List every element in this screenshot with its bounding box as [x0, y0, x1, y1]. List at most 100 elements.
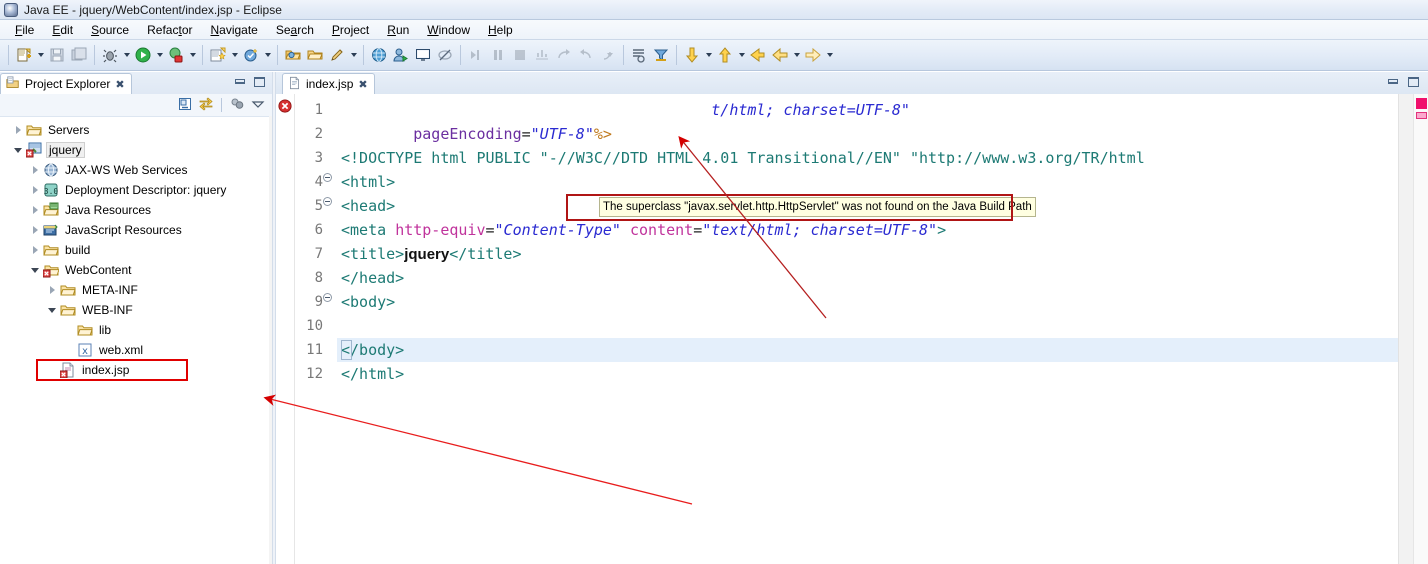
back-icon[interactable]: [769, 44, 791, 66]
view-menu-icon[interactable]: [250, 96, 266, 115]
search-references-icon[interactable]: [628, 44, 650, 66]
collapse-circle-icon[interactable]: [323, 293, 332, 302]
menu-search[interactable]: Search: [267, 22, 323, 38]
pause-icon[interactable]: [487, 44, 509, 66]
tree-item-web-xml[interactable]: x web.xml: [0, 340, 272, 360]
expand-arrow-icon[interactable]: [27, 222, 43, 238]
project-tree[interactable]: Servers jquery JAX-WS Web Services 3.0 Deplo…: [0, 117, 272, 564]
expand-arrow-icon[interactable]: [44, 282, 60, 298]
save-all-icon[interactable]: [68, 44, 90, 66]
forward-dropdown-arrow[interactable]: [824, 44, 835, 66]
step-return-icon[interactable]: [575, 44, 597, 66]
fold-toggle-icon[interactable]: [323, 190, 337, 214]
code-line[interactable]: <%@ page language="java" contentType="te…: [337, 98, 1398, 122]
debug-icon[interactable]: [99, 44, 121, 66]
tree-item-index-jsp[interactable]: index.jsp: [0, 360, 272, 380]
tree-item-web-inf[interactable]: WEB-INF: [0, 300, 272, 320]
menu-window[interactable]: Window: [418, 22, 479, 38]
menu-project[interactable]: Project: [323, 22, 378, 38]
explorer-scrollbar[interactable]: [269, 116, 272, 564]
run-dropdown-arrow[interactable]: [154, 44, 165, 66]
expand-arrow-icon[interactable]: [27, 262, 43, 278]
link-with-editor-icon[interactable]: [198, 96, 214, 115]
fold-toggle-icon[interactable]: [323, 286, 337, 310]
close-icon[interactable]: ✖: [358, 79, 367, 90]
previous-annotation-icon[interactable]: [714, 44, 736, 66]
back-dropdown-arrow[interactable]: [791, 44, 802, 66]
menu-source[interactable]: Source: [82, 22, 138, 38]
tab-index-jsp[interactable]: index.jsp ✖: [282, 73, 375, 94]
toggle-markers-icon[interactable]: [434, 44, 456, 66]
tree-item-build[interactable]: build: [0, 240, 272, 260]
overview-ruler[interactable]: [1412, 94, 1428, 564]
error-marker-icon[interactable]: [278, 99, 292, 113]
tree-item-webcontent[interactable]: WebContent: [0, 260, 272, 280]
code-line[interactable]: <html>: [337, 170, 1398, 194]
step-over-icon[interactable]: [553, 44, 575, 66]
tree-item-deployment-descriptor-jquery[interactable]: 3.0 Deployment Descriptor: jquery: [0, 180, 272, 200]
open-type-icon[interactable]: [282, 44, 304, 66]
annotation-ruler[interactable]: [276, 94, 295, 564]
code-line[interactable]: <!DOCTYPE html PUBLIC "-//W3C//DTD HTML …: [337, 146, 1398, 170]
expand-arrow-icon[interactable]: [44, 302, 60, 318]
code-line[interactable]: [337, 314, 1398, 338]
expand-arrow-icon[interactable]: [27, 182, 43, 198]
tab-project-explorer[interactable]: Project Explorer ✖: [0, 73, 132, 94]
step-into-icon[interactable]: [465, 44, 487, 66]
expand-arrow-icon[interactable]: [27, 242, 43, 258]
maximize-view-icon[interactable]: [253, 76, 266, 89]
menu-file[interactable]: File: [6, 22, 43, 38]
menu-run[interactable]: Run: [378, 22, 418, 38]
new-jsp-icon[interactable]: [207, 44, 229, 66]
folding-ruler[interactable]: [323, 94, 337, 564]
expand-arrow-icon[interactable]: [27, 202, 43, 218]
maximize-editor-icon[interactable]: [1407, 76, 1420, 89]
terminate-icon[interactable]: [509, 44, 531, 66]
console-icon[interactable]: [412, 44, 434, 66]
minimize-editor-icon[interactable]: [1387, 76, 1400, 89]
profile-icon[interactable]: [531, 44, 553, 66]
collapse-all-icon[interactable]: [177, 96, 193, 115]
editor-vertical-scrollbar[interactable]: [1398, 94, 1413, 564]
tree-item-servers[interactable]: Servers: [0, 120, 272, 140]
overview-warning-marker[interactable]: [1415, 112, 1427, 119]
tree-item-jquery[interactable]: jquery: [0, 140, 272, 160]
expand-arrow-icon[interactable]: [10, 122, 26, 138]
deploy-icon[interactable]: [390, 44, 412, 66]
code-line[interactable]: <body>: [337, 290, 1398, 314]
close-icon[interactable]: ✖: [115, 79, 124, 90]
filter-icon[interactable]: [650, 44, 672, 66]
forward-icon[interactable]: [802, 44, 824, 66]
back-history-icon[interactable]: [747, 44, 769, 66]
collapse-circle-icon[interactable]: [323, 197, 332, 206]
code-line[interactable]: </body>: [337, 338, 1398, 362]
expand-arrow-icon[interactable]: [27, 162, 43, 178]
next-annotation-dropdown-arrow[interactable]: [703, 44, 714, 66]
focus-on-active-task-icon[interactable]: [229, 96, 245, 115]
debug-dropdown-arrow[interactable]: [121, 44, 132, 66]
tree-item-jax-ws-web-services[interactable]: JAX-WS Web Services: [0, 160, 272, 180]
code-line[interactable]: <meta http-equiv="Content-Type" content=…: [337, 218, 1398, 242]
tree-item-lib[interactable]: lib: [0, 320, 272, 340]
minimize-view-icon[interactable]: [234, 76, 247, 89]
code-line[interactable]: <title>jquery</title>: [337, 242, 1398, 266]
tree-item-javascript-resources[interactable]: JavaScript Resources: [0, 220, 272, 240]
code-line[interactable]: pageEncoding="UTF-8"%>: [337, 122, 1398, 146]
code-text-area[interactable]: <%@ page language="java" contentType="te…: [337, 94, 1398, 564]
run-as-server-icon[interactable]: [165, 44, 187, 66]
collapse-circle-icon[interactable]: [323, 173, 332, 182]
new-wizard-icon[interactable]: [13, 44, 35, 66]
run-as-server-dropdown-arrow[interactable]: [187, 44, 198, 66]
step-out-icon[interactable]: [597, 44, 619, 66]
code-line[interactable]: </html>: [337, 362, 1398, 386]
menu-help[interactable]: Help: [479, 22, 522, 38]
new-jsp-dropdown-arrow[interactable]: [229, 44, 240, 66]
edit-icon[interactable]: [326, 44, 348, 66]
run-icon[interactable]: [132, 44, 154, 66]
fold-toggle-icon[interactable]: [323, 166, 337, 190]
code-line[interactable]: </head>: [337, 266, 1398, 290]
menu-edit[interactable]: Edit: [43, 22, 82, 38]
save-icon[interactable]: [46, 44, 68, 66]
tree-item-java-resources[interactable]: Java Resources: [0, 200, 272, 220]
tree-item-meta-inf[interactable]: META-INF: [0, 280, 272, 300]
